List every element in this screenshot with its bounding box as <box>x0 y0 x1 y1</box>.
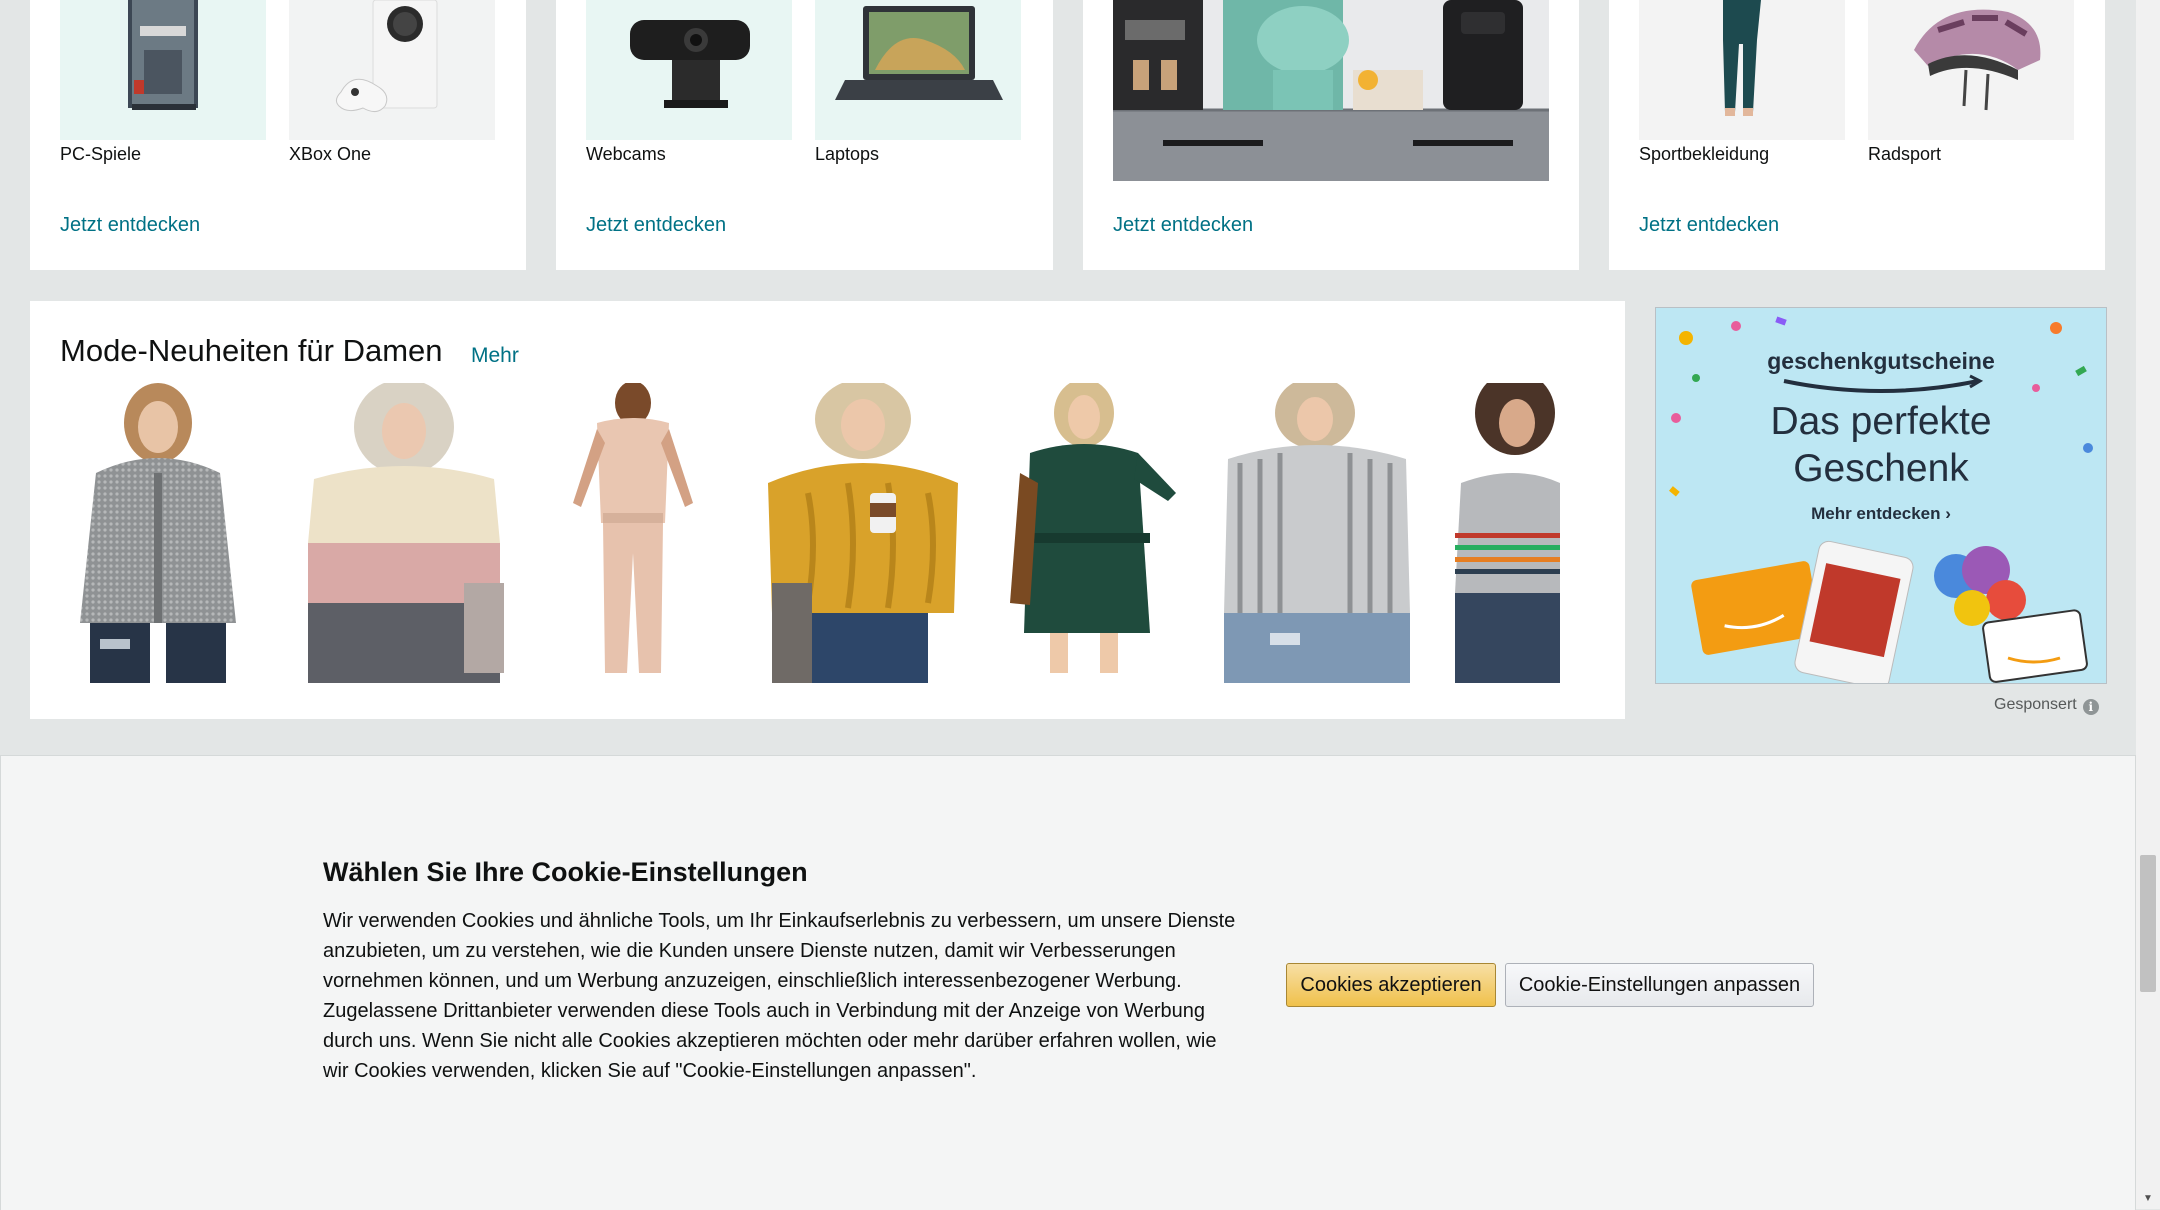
tile-webcams[interactable]: Webcams <box>586 0 792 164</box>
section-title: Mode-Neuheiten für Damen <box>60 333 443 368</box>
tile-xbox-one[interactable]: XBox One <box>289 0 495 164</box>
laptop-image <box>815 0 1021 140</box>
pc-game-image <box>60 0 266 140</box>
ad-cta[interactable]: Mehr entdecken › <box>1656 504 2106 524</box>
fashion-item-5[interactable] <box>990 383 1190 683</box>
more-link[interactable]: Mehr <box>471 344 519 368</box>
ad-headline: Das perfekte Geschenk <box>1656 398 2106 492</box>
fashion-item-7[interactable] <box>1445 383 1560 683</box>
accept-cookies-button[interactable]: Cookies akzeptieren <box>1286 963 1496 1007</box>
cookie-title: Wählen Sie Ihre Cookie-Einstellungen <box>323 857 808 887</box>
tile-label: Laptops <box>815 144 880 164</box>
fashion-item-3[interactable] <box>533 383 733 683</box>
discover-link[interactable]: Jetzt entdecken <box>1113 214 1253 237</box>
cookie-description: Wir verwenden Cookies und ähnliche Tools… <box>323 910 1236 1082</box>
discover-link[interactable]: Jetzt entdecken <box>60 214 200 237</box>
tile-sportswear[interactable]: Sportbekleidung <box>1639 0 1845 164</box>
ad-headline-line-1: Das perfekte <box>1770 400 1992 443</box>
tile-laptops[interactable]: Laptops <box>815 0 1021 164</box>
webcam-image <box>586 0 792 140</box>
scroll-down-arrow-icon[interactable]: ▼ <box>2136 1189 2160 1209</box>
tile-label: XBox One <box>289 144 372 164</box>
leggings-image <box>1639 0 1845 140</box>
fashion-section: Mode-Neuheiten für Damen Mehr <box>30 301 1625 719</box>
fashion-item-6[interactable] <box>1210 383 1425 683</box>
bike-helmet-image <box>1868 0 2074 140</box>
discover-link[interactable]: Jetzt entdecken <box>1639 214 1779 237</box>
ad-brand: geschenkgutscheine <box>1767 348 1995 374</box>
category-card-sport: Sportbekleidung Radsport Jetzt entdecken <box>1609 0 2105 270</box>
cookie-banner: Wählen Sie Ihre Cookie-Einstellungen Wir… <box>0 755 2136 1210</box>
fashion-item-4[interactable] <box>758 383 968 683</box>
sponsored-text: Gesponsert <box>1994 696 2077 713</box>
fashion-item-2[interactable] <box>294 383 514 683</box>
tile-pc-games[interactable]: PC-Spiele <box>60 0 266 164</box>
discover-link[interactable]: Jetzt entdecken <box>586 214 726 237</box>
fashion-item-1[interactable] <box>60 383 260 683</box>
tile-label: PC-Spiele <box>60 144 142 164</box>
scrollbar-thumb[interactable] <box>2140 855 2156 992</box>
customize-cookies-button[interactable]: Cookie-Einstellungen anpassen <box>1505 963 1814 1007</box>
ad-headline-line-2: Geschenk <box>1793 447 1969 490</box>
category-card-computer: Webcams Laptops Jetzt entdecken <box>556 0 1053 270</box>
category-card-kitchen: Jetzt entdecken <box>1083 0 1579 270</box>
sponsored-label[interactable]: Gesponsert i <box>1994 696 2099 715</box>
tile-label: Radsport <box>1868 144 1942 164</box>
fashion-carousel <box>60 383 1625 683</box>
page: PC-Spiele XBox One Jetzt entdecken Webca… <box>0 0 2136 1210</box>
tile-cycling[interactable]: Radsport <box>1868 0 2074 164</box>
info-icon[interactable]: i <box>2082 699 2099 715</box>
tile-label: Sportbekleidung <box>1639 144 1770 164</box>
category-card-gaming: PC-Spiele XBox One Jetzt entdecken <box>30 0 526 270</box>
kitchen-appliances-image[interactable] <box>1113 0 1549 181</box>
tile-label: Webcams <box>586 144 666 164</box>
xbox-image <box>289 0 495 140</box>
vertical-scrollbar[interactable]: ▼ <box>2136 0 2160 1209</box>
gift-card-ad[interactable]: geschenkgutscheine Das perfekte Geschenk… <box>1655 307 2107 684</box>
